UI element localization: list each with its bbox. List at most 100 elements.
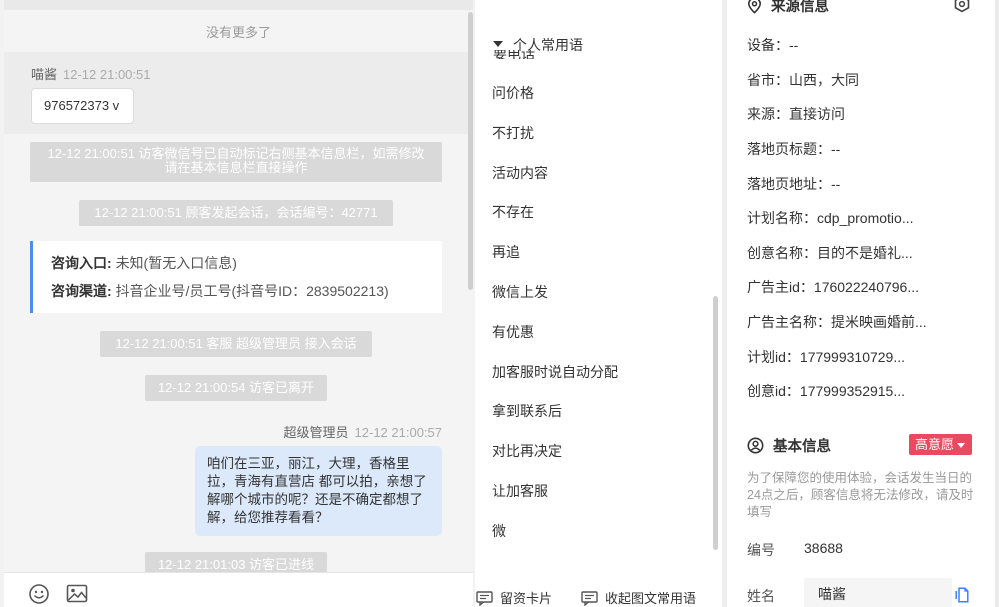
kv-label: 广告主id：: [747, 279, 814, 295]
kv-value: 目的不是婚礼...: [817, 245, 913, 261]
intent-level-dropdown[interactable]: 高意愿: [909, 434, 972, 455]
source-row-landing-title: 落地页标题：--: [747, 139, 840, 159]
phrase-scrollbar-thumb[interactable]: [713, 296, 718, 550]
emoji-icon[interactable]: [28, 583, 50, 605]
phrase-item[interactable]: 不存在: [492, 199, 702, 239]
kv-label: 计划id：: [747, 349, 800, 365]
source-row-advertiser-name: 广告主名称：提米映画婚前...: [747, 312, 927, 332]
kv-label: 创意id：: [747, 383, 800, 399]
phrase-toolbar: 留资卡片 收起图文常用语: [475, 580, 722, 607]
name-label: 姓名: [747, 588, 775, 604]
phrase-item[interactable]: 对比再决定: [492, 438, 702, 478]
source-row-origin: 来源：直接访问: [747, 104, 845, 124]
phrase-item[interactable]: 微信上发: [492, 279, 702, 319]
lead-card-label: 留资卡片: [500, 591, 553, 606]
phrase-list: 问价格 不打扰 活动内容 不存在 再追 微信上发 有优惠 加客服时说自动分配 拿…: [492, 80, 702, 558]
caret-down-icon: [493, 41, 503, 48]
basic-info-title: 基本信息: [747, 435, 831, 456]
settings-icon[interactable]: [953, 0, 971, 16]
entry-value: 未知(暂无入口信息): [115, 255, 237, 271]
basic-info-label: 基本信息: [773, 439, 831, 455]
quick-phrase-panel: 要电话 个人常用语 问价格 不打扰 活动内容 不存在 再追 微信上发 有优惠 加…: [475, 0, 722, 607]
id-value: 38688: [804, 540, 843, 556]
system-message-visitor-left: 12-12 21:00:54 访客已离开: [145, 375, 327, 401]
user-circle-icon: [747, 437, 764, 454]
chat-top-strip: [4, 0, 473, 10]
system-message-session-start: 12-12 21:00:51 顾客发起会话，会话编号：42771: [79, 200, 393, 226]
kv-value: --: [831, 141, 841, 157]
chat-scrollbar-thumb[interactable]: [468, 12, 473, 290]
agent-meta: 超级管理员 12-12 21:00:57: [284, 422, 442, 441]
system-message-wechat-mark: 12-12 21:00:51 访客微信号已自动标记右侧基本信息栏，如需修改请在基…: [30, 142, 442, 182]
kv-value: --: [789, 37, 799, 53]
kv-value: 山西，大同: [789, 72, 859, 88]
phrase-item[interactable]: 让加客服: [492, 478, 702, 518]
lead-card-button[interactable]: 留资卡片: [476, 588, 552, 607]
source-info-title: 来源信息: [747, 0, 829, 16]
phrase-item[interactable]: 活动内容: [492, 160, 702, 200]
kv-value: cdp_promotio...: [817, 210, 914, 226]
edit-deadline-notice: 为了保障您的使用体验，会话发生当日的24点之后，顾客信息将无法修改，请及时填写: [747, 471, 974, 519]
source-row-plan-id: 计划id：177999310729...: [747, 347, 905, 367]
guest-name: 喵酱: [31, 67, 58, 82]
entry-label: 咨询入口:: [51, 255, 112, 271]
entry-row: 咨询入口: 未知(暂无入口信息): [51, 253, 442, 281]
kv-value: 直接访问: [789, 106, 845, 122]
source-row-creative-name: 创意名称：目的不是婚礼...: [747, 243, 913, 263]
source-row-landing-url: 落地页地址：--: [747, 174, 840, 194]
guest-time: 12-12 21:00:51: [63, 67, 151, 82]
message-card-icon: [476, 591, 493, 607]
source-info-label: 来源信息: [771, 0, 829, 15]
chat-input-toolbar: [4, 572, 473, 607]
name-input[interactable]: 喵酱: [804, 578, 952, 607]
guest-meta: 喵酱 12-12 21:00:51: [31, 64, 150, 83]
kv-value: --: [831, 176, 841, 192]
guest-message-block: 喵酱 12-12 21:00:51 976572373 v: [4, 52, 473, 134]
kv-value: 177999352915...: [799, 383, 906, 399]
phrase-item[interactable]: 再追: [492, 239, 702, 279]
collapse-phrases-label: 收起图文常用语: [605, 591, 697, 606]
channel-label: 咨询渠道:: [51, 283, 112, 299]
agent-name: 超级管理员: [283, 425, 349, 440]
channel-row: 咨询渠道: 抖音企业号/员工号(抖音号ID：2839502213): [51, 281, 442, 309]
phrase-item[interactable]: 问价格: [492, 80, 702, 120]
kv-label: 设备：: [747, 37, 789, 53]
kv-value: 提米映画婚前...: [831, 314, 927, 330]
kv-label: 广告主名称：: [747, 314, 831, 330]
agent-time: 12-12 21:00:57: [354, 425, 442, 440]
source-row-advertiser-id: 广告主id：176022240796...: [747, 277, 919, 297]
agent-message-bubble[interactable]: 咱们在三亚，丽江，大理，香格里拉，青海有直营店 都可以拍，亲想了解哪个城市的呢？…: [195, 446, 442, 536]
system-message-agent-join: 12-12 21:00:51 客服 超级管理员 接入会话: [100, 331, 372, 357]
kv-label: 来源：: [747, 106, 789, 122]
image-icon[interactable]: [66, 584, 88, 606]
phrase-item[interactable]: 不打扰: [492, 120, 702, 160]
no-more-history: 没有更多了: [205, 25, 271, 40]
phrase-item[interactable]: 拿到联系后: [492, 398, 702, 438]
kv-label: 落地页标题：: [747, 141, 831, 157]
phrase-item[interactable]: 微: [492, 518, 702, 558]
channel-value: 抖音企业号/员工号(抖音号ID：2839502213): [115, 283, 389, 299]
intent-level-value: 高意愿: [915, 437, 955, 452]
guest-message-bubble[interactable]: 976572373 v: [31, 88, 134, 124]
kv-value: 176022240796...: [813, 279, 920, 295]
info-panel-edge: [995, 0, 999, 607]
phrase-item[interactable]: 加客服时说自动分配: [492, 359, 702, 399]
kv-label: 创意名称：: [747, 245, 817, 261]
dropdown-caret-icon: [957, 443, 966, 449]
customer-info-panel: 来源信息 设备：-- 省市：山西，大同 来源：直接访问 落地页标题：-- 落地页…: [727, 0, 995, 607]
kv-value: 177999310729...: [799, 349, 906, 365]
kv-label: 落地页地址：: [747, 176, 831, 192]
entry-info-card: 咨询入口: 未知(暂无入口信息) 咨询渠道: 抖音企业号/员工号(抖音号ID：2…: [30, 241, 442, 313]
kv-label: 计划名称：: [747, 210, 817, 226]
phrase-group-header[interactable]: 个人常用语: [493, 35, 583, 55]
kv-label: 省市：: [747, 72, 789, 88]
location-pin-icon: [747, 0, 762, 14]
source-row-creative-id: 创意id：177999352915...: [747, 381, 905, 401]
copy-icon[interactable]: [955, 587, 969, 606]
id-label: 编号: [747, 542, 775, 558]
collapse-phrases-button[interactable]: 收起图文常用语: [581, 588, 696, 607]
source-row-plan-name: 计划名称：cdp_promotio...: [747, 208, 914, 228]
message-list-icon: [581, 591, 598, 607]
phrase-item[interactable]: 有优惠: [492, 319, 702, 359]
chat-panel: 没有更多了 喵酱 12-12 21:00:51 976572373 v 12-12…: [4, 0, 473, 607]
